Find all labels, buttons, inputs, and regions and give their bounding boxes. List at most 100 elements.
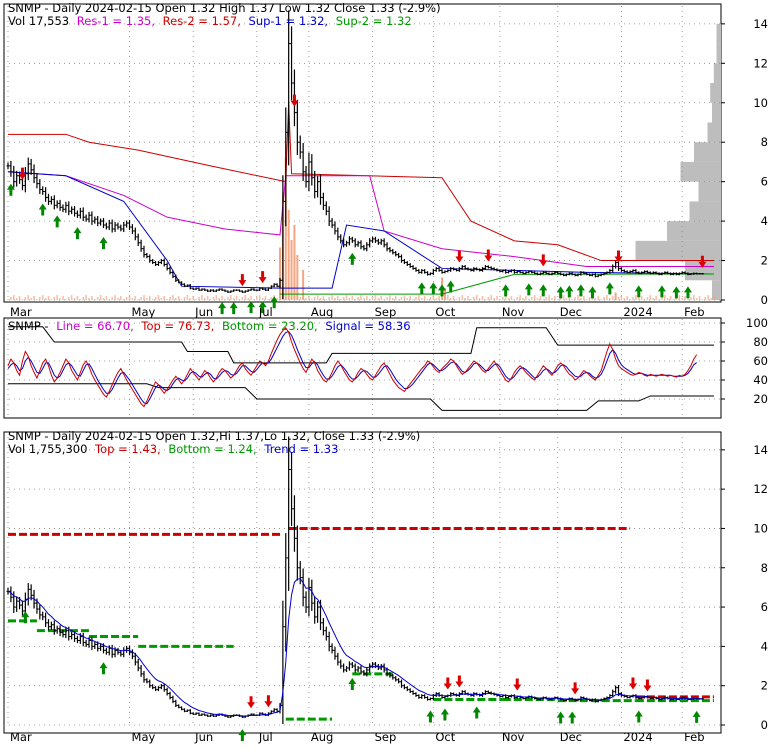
stochastic-lines bbox=[7, 326, 714, 411]
volume-bar bbox=[620, 295, 623, 300]
sell-arrow bbox=[643, 679, 652, 692]
volume-bar bbox=[493, 298, 495, 300]
volume-bar bbox=[209, 299, 212, 300]
volume-bar bbox=[319, 298, 322, 300]
volume-bar bbox=[65, 299, 67, 300]
sell-arrow bbox=[539, 254, 548, 267]
volume-bar bbox=[707, 295, 710, 300]
volume-bar bbox=[186, 295, 189, 300]
y-tick-label: 14 bbox=[753, 17, 768, 31]
volume-bar bbox=[609, 298, 611, 300]
volume-bar bbox=[449, 298, 452, 300]
volume-bar bbox=[582, 296, 585, 300]
volume-bar bbox=[148, 296, 151, 300]
buy-arrow bbox=[692, 710, 701, 723]
volume-bar bbox=[542, 299, 545, 300]
volume-bar bbox=[655, 296, 657, 300]
y-tick-label: 4 bbox=[761, 639, 768, 653]
volume-bar bbox=[108, 299, 111, 300]
volume-bar bbox=[357, 297, 359, 300]
volume-bar bbox=[287, 210, 290, 300]
volume-bar bbox=[704, 297, 707, 300]
volume-bar bbox=[441, 299, 443, 300]
volume-bar bbox=[67, 297, 70, 300]
volume-bar bbox=[293, 296, 296, 300]
volume-bar bbox=[166, 299, 168, 300]
trend-price-bars bbox=[6, 436, 704, 725]
volume-bar bbox=[507, 298, 510, 300]
volume-bar bbox=[661, 297, 663, 300]
buy-arrow bbox=[218, 302, 227, 315]
sell-arrow bbox=[484, 249, 493, 262]
volume-bar bbox=[415, 297, 417, 300]
stochastic-main-line bbox=[7, 326, 698, 408]
volume-bar bbox=[267, 299, 270, 300]
price-y-axis: 0 2 4 6 8 10 12 14 bbox=[721, 17, 768, 307]
volume-bar bbox=[250, 296, 252, 300]
volume-bar bbox=[62, 296, 64, 300]
stochastic-name: SNMP - bbox=[8, 319, 49, 333]
volume-bar bbox=[548, 295, 550, 300]
y-tick-label: 20 bbox=[753, 392, 768, 406]
volume-bar bbox=[435, 298, 438, 300]
support-resistance-lines bbox=[7, 102, 715, 295]
volume-bar bbox=[626, 296, 628, 300]
stochastic-bottom-legend: Bottom = 23.20, bbox=[222, 319, 318, 333]
volume-bar bbox=[59, 298, 61, 300]
y-tick-label: 100 bbox=[746, 316, 768, 330]
y-tick-label: 0 bbox=[761, 293, 768, 307]
volume-bar bbox=[432, 295, 435, 300]
volume-bar bbox=[701, 299, 704, 300]
y-tick-label: 2 bbox=[761, 254, 768, 268]
volume-bar bbox=[24, 297, 27, 300]
volume-bar bbox=[163, 296, 166, 300]
signal-arrows bbox=[6, 94, 707, 315]
volume-profile-bar bbox=[713, 63, 721, 84]
volume-bar bbox=[646, 297, 649, 300]
volume-bar bbox=[270, 297, 273, 300]
volume-bar bbox=[487, 297, 490, 300]
volume-bar bbox=[41, 295, 44, 300]
volume-bar bbox=[562, 295, 565, 300]
volume-bar bbox=[308, 296, 310, 300]
y-tick-label: 14 bbox=[753, 443, 768, 457]
volume-bar bbox=[290, 240, 293, 300]
volume-bar bbox=[692, 295, 695, 300]
volume-bar bbox=[643, 299, 646, 300]
volume-bar bbox=[687, 299, 689, 300]
x-tick-label: 2024 bbox=[623, 730, 652, 744]
buy-arrow bbox=[417, 282, 426, 295]
volume-bar bbox=[56, 295, 58, 300]
volume-bar bbox=[316, 295, 319, 300]
sell-arrow bbox=[513, 678, 522, 691]
x-tick-label: Mar bbox=[10, 305, 32, 319]
volume-bar bbox=[348, 298, 351, 300]
volume-bar bbox=[10, 297, 12, 300]
volume-bar bbox=[137, 299, 140, 300]
price-x-axis: Mar May Jun Jul Aug Sep Oct Nov Dec 2024 Feb bbox=[10, 305, 705, 319]
volume-bar bbox=[215, 295, 218, 300]
volume-bar bbox=[331, 295, 333, 300]
y-tick-label: 80 bbox=[753, 335, 768, 349]
stochastic-legend: SNMP - Line = 66.70, Top = 76.73, Bottom… bbox=[8, 319, 411, 333]
volume-bar bbox=[681, 298, 683, 300]
volume-bar bbox=[539, 296, 542, 300]
volume-bar bbox=[351, 296, 354, 300]
volume-bar bbox=[88, 298, 90, 300]
stochastic-top-legend: Top = 76.73, bbox=[140, 319, 214, 333]
buy-arrow bbox=[247, 301, 256, 314]
volume-bar bbox=[235, 296, 238, 300]
volume-bar bbox=[183, 297, 186, 300]
buy-arrow bbox=[99, 662, 108, 675]
volume-bar bbox=[206, 296, 209, 300]
volume-bar bbox=[244, 295, 247, 300]
volume-bar bbox=[192, 296, 194, 300]
volume-bar bbox=[160, 298, 163, 300]
volume-bar bbox=[649, 295, 652, 300]
volume-bar bbox=[21, 299, 24, 300]
y-tick-label: 12 bbox=[753, 56, 768, 70]
trend-bottom-legend: Bottom = 1.24, bbox=[168, 442, 256, 456]
stochastic-panel: 20 40 60 80 100 SNMP - Line = 66.70, Top = 7… bbox=[3, 316, 768, 419]
volume-bar bbox=[339, 299, 342, 300]
volume-bar bbox=[588, 297, 591, 300]
